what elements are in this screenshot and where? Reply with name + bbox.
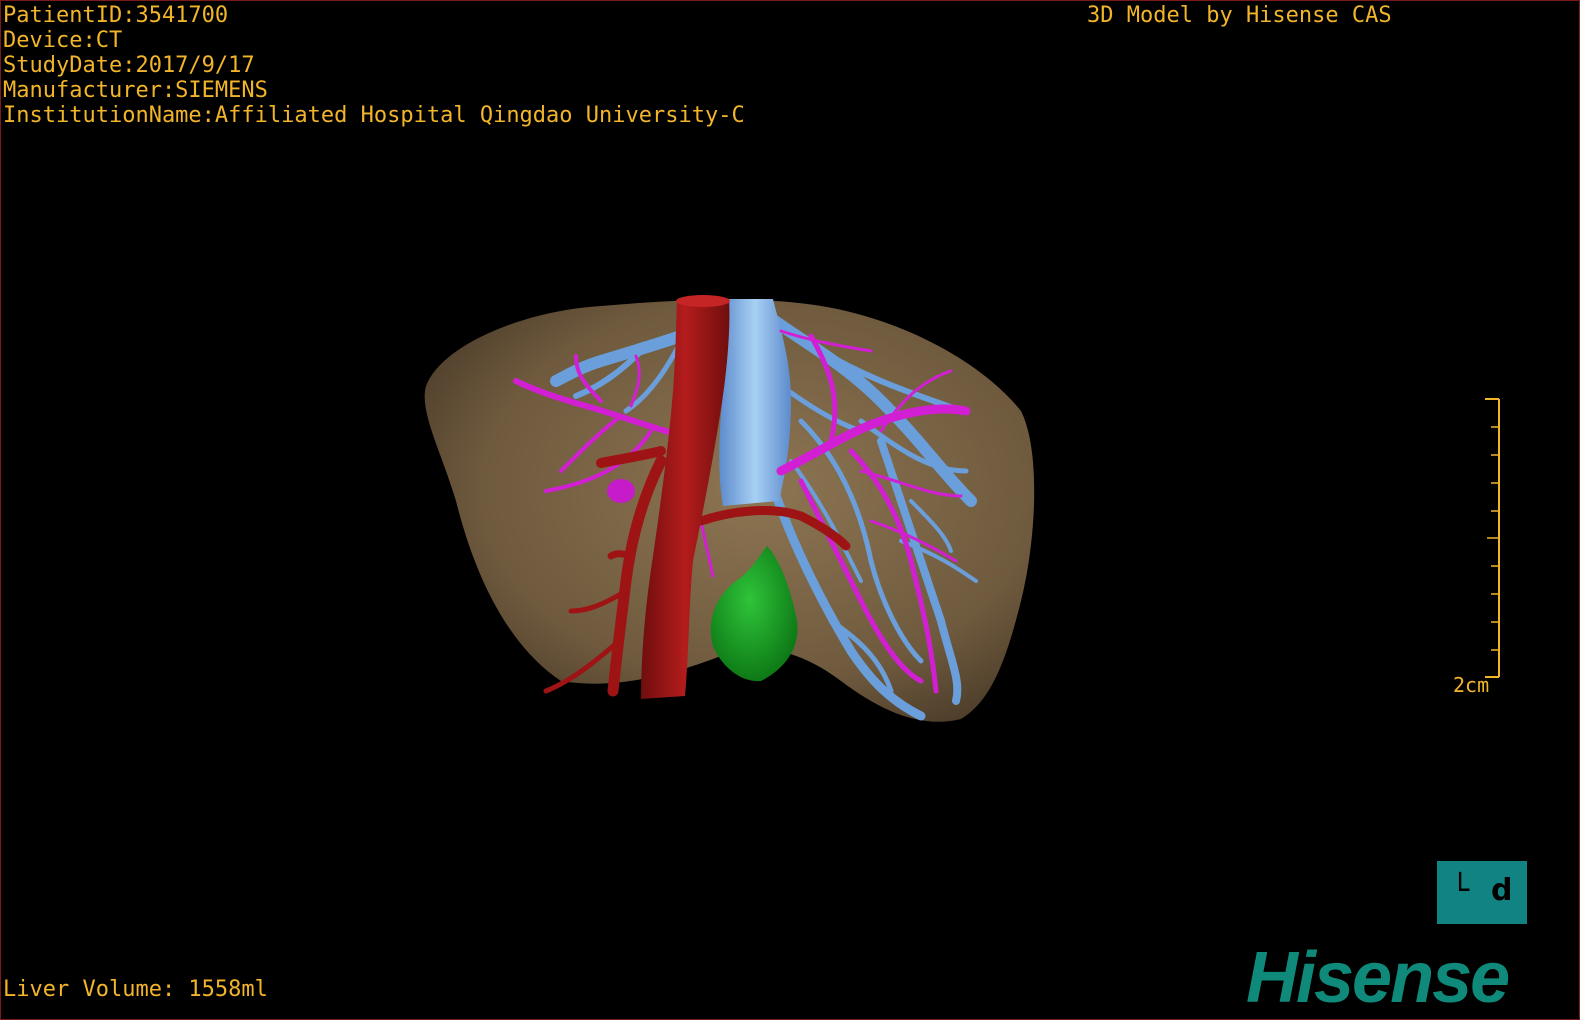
model-credit: 3D Model by Hisense CAS (1087, 3, 1392, 28)
scale-label: 2cm (1453, 673, 1490, 697)
orientation-cube-icon[interactable]: └ d (1437, 861, 1527, 924)
patient-id: PatientID:3541700 (3, 3, 229, 28)
orientation-right-glyph: d (1491, 873, 1513, 908)
aorta-top (676, 295, 730, 307)
manufacturer: Manufacturer:SIEMENS (3, 78, 268, 103)
3d-viewport[interactable]: PatientID:3541700 Device:CT StudyDate:20… (0, 0, 1580, 1020)
dicom-info-overlay: PatientID:3541700 Device:CT StudyDate:20… (3, 3, 745, 128)
orientation-left-glyph: └ (1451, 873, 1470, 908)
portal-vein-junction (607, 479, 635, 503)
liver-volume: Liver Volume: 1558ml (3, 977, 268, 1002)
institution-name: InstitutionName:Affiliated Hospital Qing… (3, 103, 745, 128)
study-date: StudyDate:2017/9/17 (3, 53, 255, 78)
device: Device:CT (3, 28, 123, 53)
hisense-logo: Hisense (1246, 938, 1510, 1018)
liver-3d-model[interactable] (1, 1, 1579, 1019)
scale-bar (1485, 398, 1500, 678)
